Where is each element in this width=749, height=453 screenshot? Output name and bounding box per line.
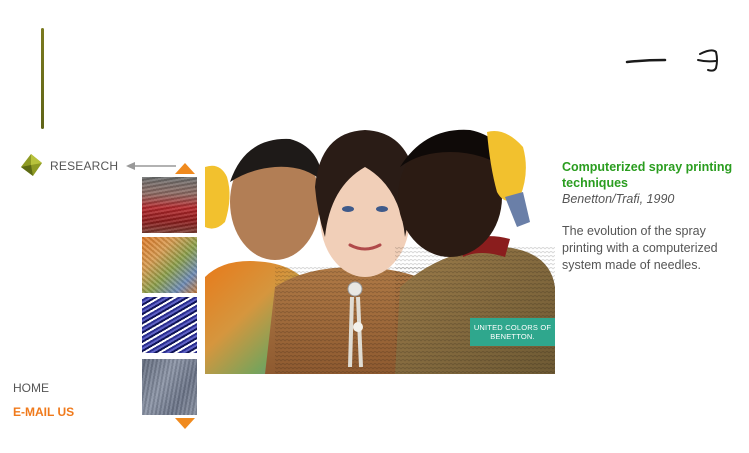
info-title: Computerized spray printing techniques: [562, 160, 733, 190]
thumbnail-grey-knit[interactable]: [142, 359, 197, 415]
scroll-down-arrow-icon[interactable]: [175, 417, 195, 429]
brush-mark-icon: [625, 49, 718, 72]
email-us-link[interactable]: E-MAIL US: [13, 405, 74, 419]
decorative-line: [41, 28, 44, 129]
brand-badge: UNITED COLORS OF BENETTON.: [470, 318, 555, 346]
main-photo: UNITED COLORS OF BENETTON.: [205, 127, 555, 374]
home-link[interactable]: HOME: [13, 381, 49, 395]
thumbnail-multicolor-knit[interactable]: [142, 237, 197, 293]
section-label: RESEARCH: [50, 159, 119, 173]
arrow-left-icon: [126, 162, 176, 170]
thumbnail-red-knit[interactable]: [142, 177, 197, 233]
info-credit: Benetton/Trafi, 1990: [562, 192, 675, 206]
scroll-up-arrow-icon[interactable]: [175, 163, 195, 175]
info-description: The evolution of the spray printing with…: [562, 224, 718, 272]
thumbnail-blue-knit[interactable]: [142, 297, 197, 353]
diamond-icon: [21, 154, 42, 176]
info-panel: Computerized spray printing techniques B…: [562, 159, 742, 274]
